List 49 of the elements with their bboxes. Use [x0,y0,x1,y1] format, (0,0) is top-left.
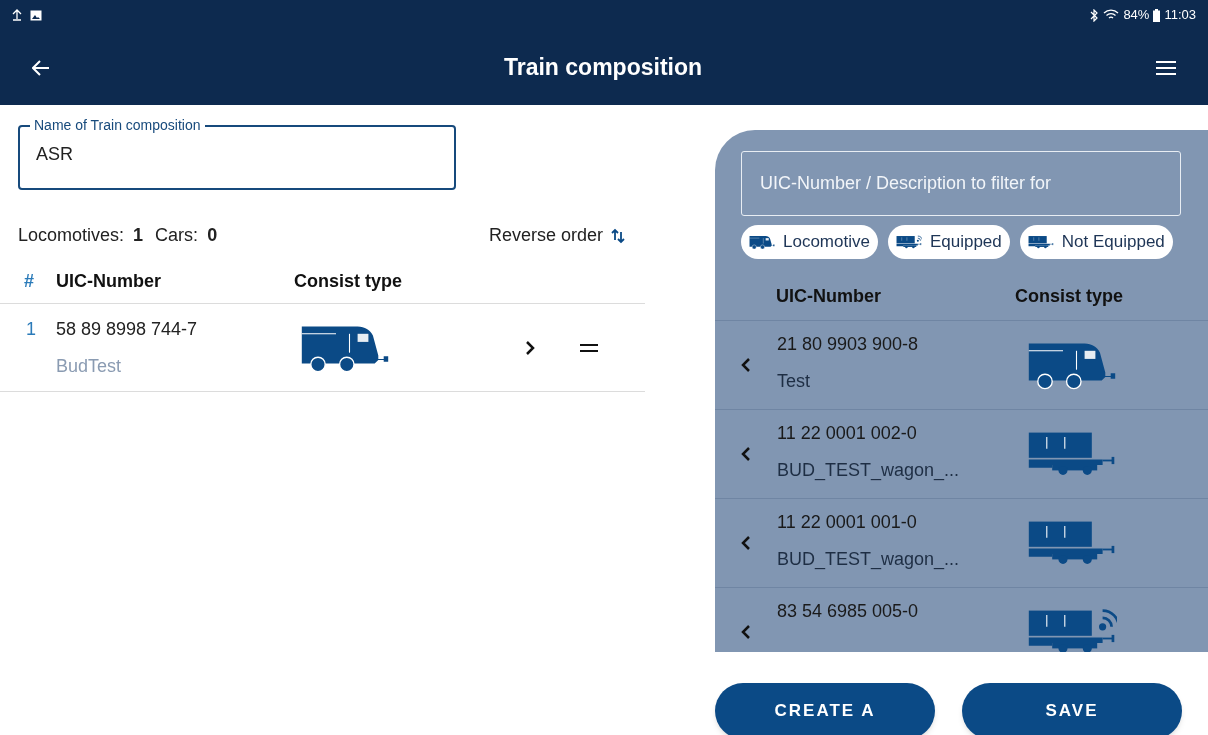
bluetooth-icon [1090,8,1100,22]
clock: 11:03 [1164,6,1196,25]
equipped-wagon-icon [895,234,922,250]
chevron-left-icon [741,446,751,462]
uic-number: 11 22 0001 001-0 [777,511,918,534]
row-index: 1 [25,318,37,341]
count-label: Cars: 0 [155,224,219,247]
column-header: Consist type [294,269,403,293]
back-arrow-icon [32,59,50,76]
consist-description: BUD_TEST_wagon_... [777,459,961,483]
drag-handle[interactable] [580,342,598,353]
chevron-left-icon [741,357,751,373]
equipped-wagon-icon [1027,607,1117,652]
chevron-left-icon [741,624,751,640]
column-header: UIC-Number [775,284,882,308]
locomotive-icon [749,234,775,250]
consist-description: BUD_TEST_wagon_... [777,548,961,572]
wagon-icon [1027,234,1054,250]
uic-number: 58 89 8998 744-7 [56,317,199,341]
column-header: UIC-Number [56,269,162,293]
filter-field[interactable]: UIC-Number / Description to filter for [741,151,1181,216]
sort-arrows-icon [611,227,625,244]
count-label: Locomotives: 1 [18,224,145,247]
drag-handle-icon [580,342,598,353]
menu-button[interactable] [1156,60,1176,75]
battery-percent: 84% [1123,6,1150,25]
action-button[interactable]: CREATE A [715,683,935,735]
column-header: # [23,269,35,293]
consist-description: Test [777,370,811,393]
chevron-left-icon [741,535,751,551]
reverse-order-button[interactable]: Reverse order [488,222,625,249]
uic-number: 11 22 0001 002-0 [777,422,918,445]
upload-icon [12,9,22,21]
action-button[interactable]: SAVE [962,683,1182,735]
chevron-right-icon [525,339,535,356]
column-header: Consist type [1015,284,1124,308]
filter-chip[interactable]: Locomotive [741,225,878,259]
uic-number: 21 80 9903 900-8 [777,333,920,356]
uic-number: 83 54 6985 005-0 [777,600,920,623]
filter-input[interactable]: UIC-Number / Description to filter for [760,170,1162,197]
consist-description: BudTest [56,354,123,378]
filter-chip[interactable]: Equipped [887,225,1010,259]
wifi-icon [1103,9,1120,21]
image-icon [30,9,42,21]
page-title: Train composition [503,53,703,83]
back-button[interactable] [32,59,50,76]
menu-icon [1156,60,1176,75]
battery-icon [1153,8,1161,22]
filter-chip[interactable]: Not Equipped [1019,225,1173,259]
